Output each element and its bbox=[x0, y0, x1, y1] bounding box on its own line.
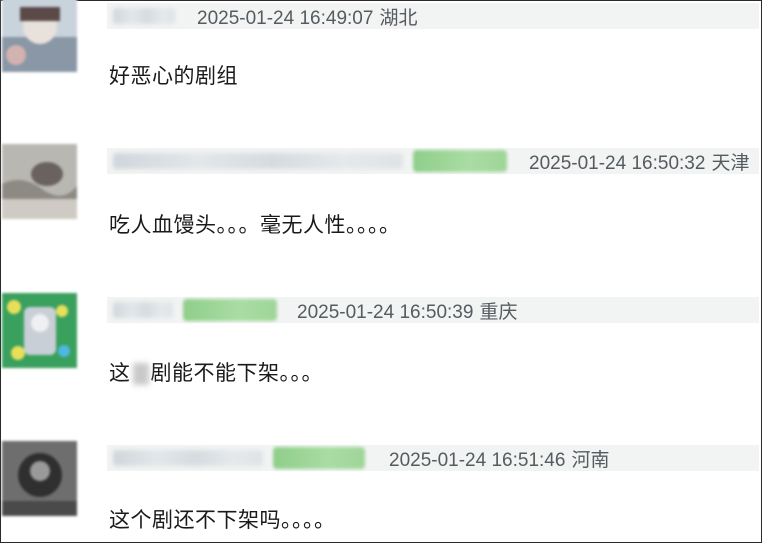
username-blurred[interactable] bbox=[113, 8, 175, 24]
avatar[interactable] bbox=[2, 293, 77, 368]
avatar[interactable] bbox=[2, 144, 77, 219]
comment-timestamp: 2025-01-24 16:50:32 bbox=[529, 152, 706, 174]
username-blurred[interactable] bbox=[113, 153, 403, 169]
comment-timestamp: 2025-01-24 16:49:07 bbox=[197, 7, 374, 29]
comment-text-part: 这 bbox=[109, 361, 131, 385]
comment-location: 重庆 bbox=[479, 301, 518, 323]
comment-list: 2025-01-24 16:49:07 湖北 好恶心的剧组 2025-01-24 … bbox=[0, 0, 762, 543]
username-blurred[interactable] bbox=[113, 302, 173, 318]
username-blurred[interactable] bbox=[113, 450, 263, 466]
comment-location: 湖北 bbox=[379, 7, 418, 29]
comment-text: 好恶心的剧组 bbox=[109, 64, 238, 88]
comment-meta-text: 2025-01-24 16:50:32 天津 bbox=[529, 148, 749, 175]
comment-text: 吃人血馒头。。。毫无人性。。。。 bbox=[109, 213, 401, 237]
comment-timestamp: 2025-01-24 16:51:46 bbox=[389, 449, 566, 471]
avatar[interactable] bbox=[2, 441, 77, 516]
comment-text: 这个剧还不下架吗。。。。 bbox=[109, 508, 336, 532]
comment-meta: 2025-01-24 16:51:46 河南 bbox=[107, 445, 759, 471]
comment-meta-text: 2025-01-24 16:50:39 重庆 bbox=[297, 297, 517, 324]
comment-meta: 2025-01-24 16:49:07 湖北 bbox=[107, 3, 759, 29]
comment-meta-text: 2025-01-24 16:49:07 湖北 bbox=[197, 3, 417, 30]
redaction-smudge bbox=[132, 363, 149, 385]
user-badge-blurred bbox=[273, 447, 365, 469]
comment-location: 河南 bbox=[571, 449, 610, 471]
comment-timestamp: 2025-01-24 16:50:39 bbox=[297, 301, 474, 323]
comment-meta: 2025-01-24 16:50:32 天津 bbox=[107, 148, 759, 174]
comment-text: 这剧能不能下架。。。 bbox=[109, 357, 323, 387]
comment-meta: 2025-01-24 16:50:39 重庆 bbox=[107, 297, 759, 323]
comment-text-part: 剧能不能下架。。。 bbox=[150, 361, 323, 385]
avatar[interactable] bbox=[2, 0, 77, 72]
comment-location: 天津 bbox=[711, 152, 750, 174]
user-badge-blurred bbox=[413, 150, 507, 172]
comment-meta-text: 2025-01-24 16:51:46 河南 bbox=[389, 445, 609, 472]
user-badge-blurred bbox=[183, 299, 277, 321]
